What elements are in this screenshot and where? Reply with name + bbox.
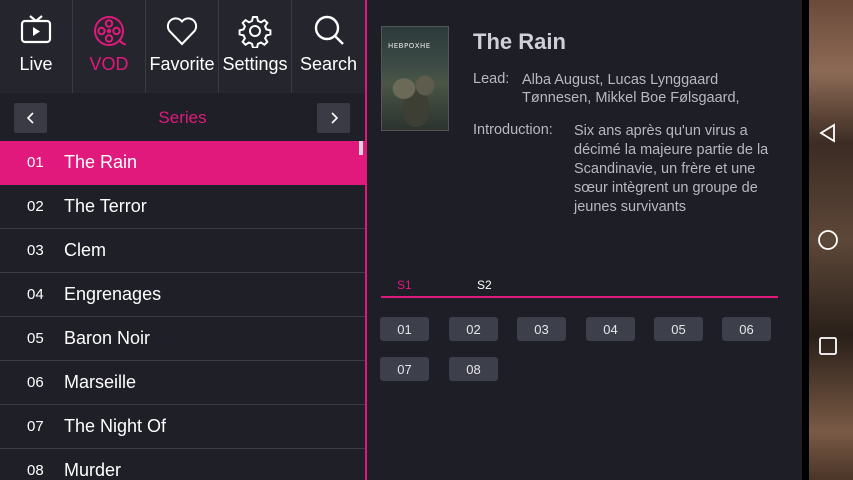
series-title: Baron Noir: [64, 328, 151, 348]
series-number: 05: [27, 330, 44, 347]
nav-vod-label: VOD: [89, 54, 129, 74]
top-navigation: Live VOD Favorite Settings Search: [0, 0, 365, 93]
nav-vod-button[interactable]: VOD: [73, 0, 146, 93]
back-button[interactable]: [815, 120, 841, 146]
left-panel: Live VOD Favorite Settings Search Series…: [0, 0, 365, 480]
chevron-right-icon: [330, 112, 338, 124]
nav-settings-button[interactable]: Settings: [219, 0, 292, 93]
introduction-text: Six ans après qu'un virus a décimé la ma…: [574, 123, 769, 215]
nav-favorite-label: Favorite: [149, 54, 215, 74]
heart-icon: [166, 17, 198, 46]
episode-button[interactable]: 03: [517, 317, 566, 341]
season-tab-s1[interactable]: S1: [397, 278, 412, 292]
introduction-label: Introduction:: [473, 122, 553, 138]
episode-button[interactable]: 06: [722, 317, 771, 341]
series-list-item[interactable]: 06 Marseille: [0, 361, 365, 405]
next-category-button[interactable]: [317, 103, 350, 133]
series-title: The Night Of: [64, 416, 167, 436]
season-tab-s2[interactable]: S2: [477, 278, 492, 292]
panel-divider: [365, 0, 367, 480]
tv-icon: [20, 15, 52, 44]
system-navigation-bar: [802, 0, 853, 480]
poster-image: [386, 63, 446, 127]
recents-square-icon: [819, 337, 837, 355]
series-list-item[interactable]: 01 The Rain: [0, 141, 365, 185]
nav-search-label: Search: [299, 54, 358, 74]
series-poster: НЕВРОХНЕ: [381, 26, 449, 131]
series-list-item[interactable]: 04 Engrenages: [0, 273, 365, 317]
list-scrollbar-thumb[interactable]: [359, 141, 363, 155]
episode-button[interactable]: 04: [586, 317, 635, 341]
lead-label: Lead:: [473, 71, 510, 87]
poster-title-text: НЕВРОХНЕ: [388, 42, 431, 50]
episode-button[interactable]: 01: [380, 317, 429, 341]
category-bar: Series: [0, 93, 365, 141]
series-title: Marseille: [64, 372, 137, 392]
series-number: 08: [27, 462, 44, 479]
series-title: The Rain: [64, 152, 138, 172]
detail-title: The Rain: [473, 29, 566, 54]
series-list-item[interactable]: 05 Baron Noir: [0, 317, 365, 361]
series-number: 02: [27, 198, 44, 215]
episode-button[interactable]: 08: [449, 357, 498, 381]
nav-settings-label: Settings: [222, 54, 288, 74]
lead-text: Alba August, Lucas Lynggaard Tønnesen, M…: [522, 72, 740, 106]
category-title: Series: [158, 108, 207, 127]
series-list[interactable]: 01 The Rain 02 The Terror 03 Clem 04 Eng…: [0, 141, 365, 480]
series-list-item[interactable]: 08 Murder: [0, 449, 365, 480]
series-number: 03: [27, 242, 44, 259]
home-button[interactable]: [815, 227, 841, 253]
episode-button[interactable]: 02: [449, 317, 498, 341]
series-number: 01: [27, 154, 44, 171]
series-list-item[interactable]: 02 The Terror: [0, 185, 365, 229]
series-title: The Terror: [64, 196, 147, 216]
series-number: 07: [27, 418, 44, 435]
episode-button[interactable]: 05: [654, 317, 703, 341]
episode-button[interactable]: 07: [380, 357, 429, 381]
nav-search-button[interactable]: Search: [292, 0, 365, 93]
season-tab-underline: [381, 296, 778, 298]
series-number: 04: [27, 286, 44, 303]
search-icon: [314, 15, 344, 45]
series-title: Murder: [64, 460, 122, 480]
film-reel-icon: [94, 16, 126, 46]
recents-button[interactable]: [815, 333, 841, 359]
series-list-item[interactable]: 03 Clem: [0, 229, 365, 273]
series-number: 06: [27, 374, 44, 391]
nav-live-button[interactable]: Live: [0, 0, 73, 93]
gear-icon: [238, 16, 272, 48]
home-circle-icon: [818, 230, 838, 250]
nav-live-label: Live: [19, 54, 53, 74]
back-triangle-icon: [819, 123, 835, 143]
nav-favorite-button[interactable]: Favorite: [146, 0, 219, 93]
series-title: Engrenages: [64, 284, 162, 304]
series-list-item[interactable]: 07 The Night Of: [0, 405, 365, 449]
series-title: Clem: [64, 240, 107, 260]
